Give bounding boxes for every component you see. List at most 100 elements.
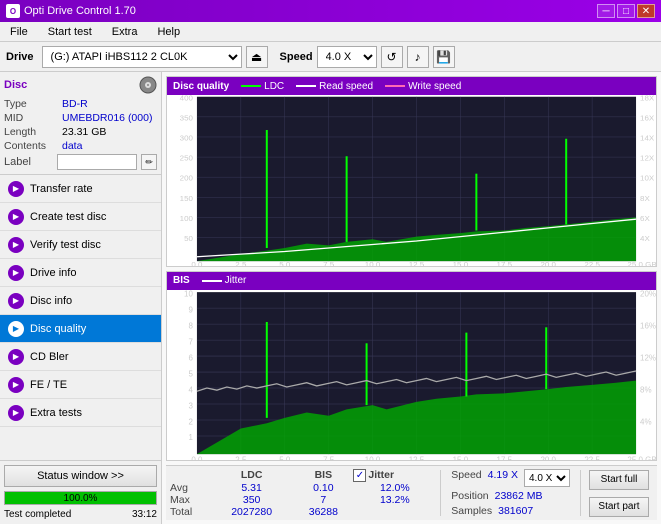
legend-read: Read speed [296, 81, 373, 92]
svg-text:5.0: 5.0 [279, 261, 290, 266]
nav-icon-disc-info: ▶ [8, 293, 24, 309]
maximize-button[interactable]: □ [617, 4, 635, 18]
sidebar: Disc Type BD-R MID UMEBDR016 (000) Lengt… [0, 72, 162, 524]
svg-text:10.0: 10.0 [365, 261, 381, 266]
svg-text:0.0: 0.0 [191, 261, 202, 266]
svg-text:150: 150 [180, 194, 193, 202]
nav-cd-bler[interactable]: ▶ CD Bler [0, 343, 161, 371]
chart-title-2: BIS [173, 275, 190, 286]
stats-row-total: Total 2027280 36288 [170, 506, 436, 518]
close-button[interactable]: ✕ [637, 4, 655, 18]
status-section: Status window >> 100.0% Test completed 3… [0, 460, 161, 524]
speed-target-select[interactable]: 4.0 X [524, 469, 570, 487]
label-edit-button[interactable]: ✏ [141, 154, 157, 170]
svg-text:8: 8 [189, 321, 194, 330]
total-ldc-value: 2027280 [210, 506, 293, 518]
max-jitter-value: 13.2% [353, 494, 436, 506]
svg-text:1: 1 [189, 433, 194, 442]
position-label: Position [451, 490, 488, 502]
nav-label-fe-te: FE / TE [30, 379, 67, 391]
refresh-button[interactable]: ↺ [381, 46, 403, 68]
svg-text:6: 6 [189, 353, 194, 362]
nav-disc-quality[interactable]: ▶ Disc quality [0, 315, 161, 343]
svg-text:8%: 8% [640, 385, 652, 394]
svg-text:16X: 16X [640, 114, 654, 122]
svg-text:12%: 12% [640, 353, 656, 362]
legend-label-read: Read speed [319, 81, 373, 92]
menu-help[interactable]: Help [151, 24, 186, 40]
col-header-jitter: Jitter [368, 469, 394, 481]
nav-fe-te[interactable]: ▶ FE / TE [0, 371, 161, 399]
svg-text:2.5: 2.5 [235, 455, 246, 460]
total-bis-value: 36288 [293, 506, 353, 518]
eject-button[interactable]: ⏏ [246, 46, 268, 68]
speed-label: Speed [280, 51, 313, 63]
svg-text:400: 400 [180, 95, 193, 102]
chart-panel-bis: BIS Jitter [166, 271, 657, 462]
nav-transfer-rate[interactable]: ▶ Transfer rate [0, 175, 161, 203]
speed-selector[interactable]: 4.0 X [317, 46, 377, 68]
svg-text:15.0: 15.0 [453, 455, 469, 460]
jitter-checkbox[interactable]: ✓ [353, 469, 366, 482]
total-label: Total [170, 506, 210, 518]
stats-divider-1 [440, 470, 441, 516]
menu-extra[interactable]: Extra [106, 24, 144, 40]
label-input[interactable] [57, 154, 137, 170]
svg-text:17.5: 17.5 [497, 455, 513, 460]
svg-text:9: 9 [189, 305, 194, 314]
status-window-button[interactable]: Status window >> [4, 465, 157, 487]
svg-text:10: 10 [184, 290, 193, 298]
svg-text:25.0 GB: 25.0 GB [627, 261, 656, 266]
label-label: Label [4, 156, 53, 168]
svg-text:0.0: 0.0 [191, 455, 202, 460]
main-content: Disc Type BD-R MID UMEBDR016 (000) Lengt… [0, 72, 661, 524]
speed-label-stat: Speed [451, 469, 481, 487]
nav-drive-info[interactable]: ▶ Drive info [0, 259, 161, 287]
stats-divider-2 [580, 470, 581, 516]
length-label: Length [4, 126, 62, 138]
start-full-button[interactable]: Start full [589, 470, 649, 490]
avg-bis-value: 0.10 [293, 482, 353, 494]
nav-label-drive-info: Drive info [30, 267, 76, 279]
menu-start-test[interactable]: Start test [42, 24, 98, 40]
nav-verify-test-disc[interactable]: ▶ Verify test disc [0, 231, 161, 259]
drive-selector[interactable]: (G:) ATAPI iHBS112 2 CL0K [42, 46, 242, 68]
stats-table: LDC BIS ✓ Jitter Avg 5.31 [170, 468, 436, 518]
app-icon: O [6, 4, 20, 18]
start-part-button[interactable]: Start part [589, 497, 649, 517]
nav-icon-transfer-rate: ▶ [8, 181, 24, 197]
chart-svg-1: 400 350 300 250 200 150 100 50 18X 16X 1… [167, 95, 656, 266]
chart-header-1: Disc quality LDC Read speed Write speed [167, 77, 656, 95]
toolbar: Drive (G:) ATAPI iHBS112 2 CL0K ⏏ Speed … [0, 42, 661, 72]
nav-extra-tests[interactable]: ▶ Extra tests [0, 399, 161, 427]
progress-text: 100.0% [5, 492, 156, 504]
svg-text:250: 250 [180, 154, 193, 162]
svg-text:8X: 8X [640, 194, 650, 202]
chart-svg-container-1: 400 350 300 250 200 150 100 50 18X 16X 1… [167, 95, 656, 266]
legend-label-jitter: Jitter [225, 275, 247, 286]
svg-text:17.5: 17.5 [497, 261, 513, 266]
chart-panel-disc-quality: Disc quality LDC Read speed Write speed [166, 76, 657, 267]
max-label: Max [170, 494, 210, 506]
speed-position-info: Speed 4.19 X 4.0 X Position 23862 MB Sam… [445, 468, 576, 518]
mid-label: MID [4, 112, 62, 124]
speed-value-stat: 4.19 X [488, 469, 518, 487]
samples-label: Samples [451, 505, 492, 517]
disc-panel: Disc Type BD-R MID UMEBDR016 (000) Lengt… [0, 72, 161, 175]
save-button[interactable]: 💾 [433, 46, 455, 68]
minimize-button[interactable]: ─ [597, 4, 615, 18]
svg-text:12.5: 12.5 [409, 261, 425, 266]
samples-info: Samples 381607 [451, 505, 570, 517]
speed-info: Speed 4.19 X 4.0 X [451, 469, 570, 487]
music-button[interactable]: ♪ [407, 46, 429, 68]
nav-create-test-disc[interactable]: ▶ Create test disc [0, 203, 161, 231]
contents-value: data [62, 140, 82, 152]
nav-icon-extra-tests: ▶ [8, 405, 24, 421]
nav-label-cd-bler: CD Bler [30, 351, 69, 363]
nav-label-verify-test-disc: Verify test disc [30, 239, 101, 251]
type-value: BD-R [62, 98, 88, 110]
menu-file[interactable]: File [4, 24, 34, 40]
svg-text:4X: 4X [640, 234, 650, 242]
max-bis-value: 7 [293, 494, 353, 506]
nav-disc-info[interactable]: ▶ Disc info [0, 287, 161, 315]
